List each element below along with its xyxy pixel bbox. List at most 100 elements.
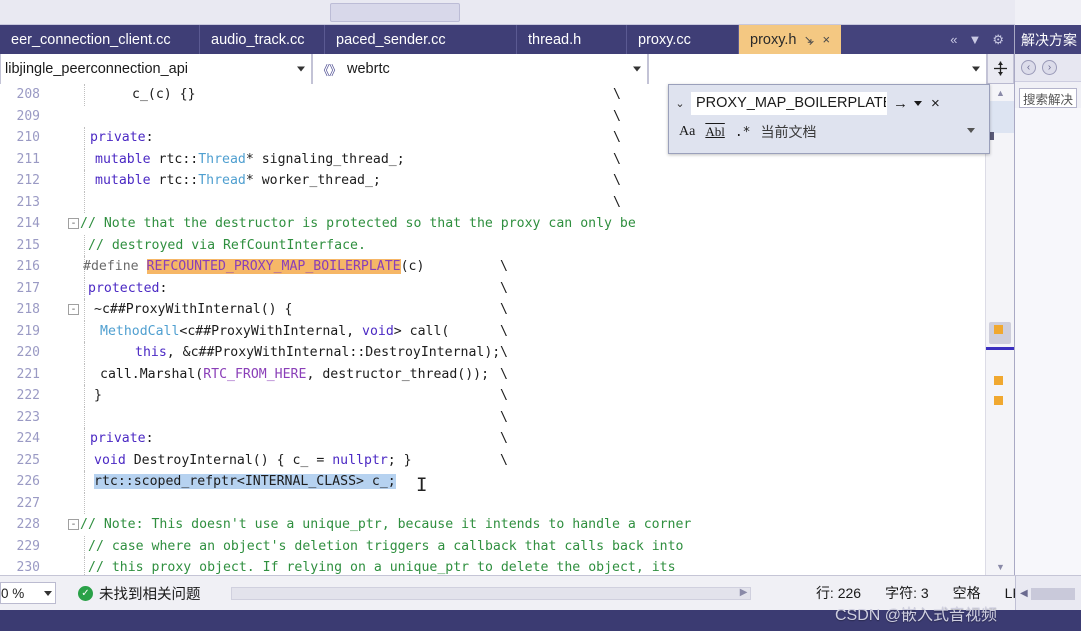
editor-tab-proxy-cc[interactable]: proxy.cc [627,25,739,54]
code-line[interactable]: 224 private: \ [0,428,985,450]
solution-explorer-search-input[interactable]: 搜索解决 [1019,88,1077,108]
fold-toggle-icon[interactable]: - [68,218,79,229]
chevron-down-icon [633,66,641,72]
code-token: this [135,345,167,360]
editor-tab-audio-track-cc[interactable]: audio_track.cc [200,25,325,54]
fold-toggle-icon[interactable]: - [68,304,79,315]
editor-tab-eer-connection-client-cc[interactable]: eer_connection_client.cc [0,25,200,54]
code-line[interactable]: 212 mutable rtc::Thread* worker_thread_; \ [0,170,985,192]
code-line[interactable]: 225 void DestroyInternal() { c_ = nullptr… [0,449,985,472]
code-token: DestroyInternal() { c_ = [125,452,333,468]
top-strip-button[interactable] [330,3,460,22]
code-token: ~c##ProxyWithInternal() { [94,302,293,317]
expand-replace-chevron-icon[interactable]: ⌄ [669,97,691,110]
code-text: void DestroyInternal() { c_ = nullptr; } [94,450,412,472]
find-input-row: ⌄ PROXY_MAP_BOILERPLATE × → × [669,89,991,117]
editor-tab-bar: « ▼ ⚙ eer_connection_client.cc audio_trac… [0,25,1014,54]
project-selector[interactable]: libjingle_peerconnection_api [0,54,312,84]
close-find-icon[interactable]: × [931,95,940,112]
code-line[interactable]: 226 rtc::scoped_refptr<INTERNAL_CLASS> c_… [0,471,985,493]
code-line[interactable]: 219 MethodCall<c##ProxyWithInternal, void… [0,320,985,342]
find-scope-dropdown-icon[interactable] [967,128,975,133]
line-number: 215 [16,237,40,253]
code-token: : [159,280,168,296]
forward-icon[interactable]: › [1042,60,1057,75]
match-whole-word-icon[interactable]: Abl [705,124,725,140]
pin-tab-icon[interactable]: ⇥ [801,31,818,48]
code-line[interactable]: 217 protected: \ [0,277,985,299]
code-line[interactable]: 220 this, &c##ProxyWithInternal::DestroyI… [0,342,985,364]
code-token: , &c##ProxyWithInternal::DestroyInternal… [166,345,509,360]
split-view-icon[interactable] [987,54,1014,83]
code-line[interactable]: 222} \ [0,385,985,407]
back-icon[interactable]: ‹ [1021,60,1036,75]
scroll-left-icon[interactable]: ◀ [1020,588,1028,599]
code-text: call.Marshal(RTC_FROM_HERE, destructor_t… [100,364,489,386]
editor-tab-thread-h[interactable]: thread.h [517,25,627,54]
code-line[interactable]: 214 -// Note that the destructor is prote… [0,213,985,235]
scrollbar-match-marker [994,325,1003,334]
column-indicator[interactable]: 字符: 3 [885,583,929,603]
line-continuation: \ [613,173,621,188]
line-number: 220 [16,345,40,360]
code-token: Thread [198,173,246,188]
zoom-level-selector[interactable]: 0 % [0,582,56,604]
solution-explorer-tree[interactable] [1015,108,1081,578]
indent-guide [84,84,85,106]
code-line[interactable]: 218 - ~c##ProxyWithInternal() {\ [0,299,985,321]
find-input[interactable]: PROXY_MAP_BOILERPLATE × [691,91,887,115]
tab-list-dropdown-icon[interactable]: ▼ [968,33,981,46]
line-number: 230 [16,560,40,575]
code-token: // destroyed via RefCountInterface. [88,237,366,253]
line-continuation: \ [500,280,508,296]
close-tab-icon[interactable]: × [823,33,831,46]
indent-guide [84,471,85,493]
line-indicator[interactable]: 行: 226 [816,583,861,603]
use-regex-icon[interactable]: .* [735,125,751,140]
scrollbar-caret-marker [986,347,1014,350]
editor-tab-label: paced_sender.cc [336,31,446,48]
code-line[interactable]: 216 #define REFCOUNTED_PROXY_MAP_BOILERPL… [0,256,985,278]
code-line[interactable]: 230 // this proxy object. If relying on a… [0,557,985,575]
editor-tab-paced-sender-cc[interactable]: paced_sender.cc [325,25,517,54]
code-line[interactable]: 215 // destroyed via RefCountInterface. [0,234,985,256]
code-line[interactable]: 223 \ [0,406,985,428]
code-text: private: [90,428,154,450]
code-line[interactable]: 228 -// Note: This doesn't use a unique_p… [0,514,985,536]
scroll-tabs-icon[interactable]: « [950,33,957,46]
indent-guide [84,127,85,149]
project-selector-label: libjingle_peerconnection_api [5,61,188,77]
code-token: mutable [95,151,151,167]
editor-tab-label: proxy.h [750,31,797,48]
solution-explorer-hscrollbar[interactable]: ◀ [1015,576,1081,611]
find-next-dropdown-icon[interactable] [914,100,922,106]
line-continuation: \ [613,108,621,124]
line-continuation: \ [613,130,621,145]
problem-status[interactable]: ✓ 未找到相关问题 [78,583,201,604]
scroll-right-icon[interactable]: ▶ [740,587,748,598]
line-number: 210 [16,130,40,145]
editor-vertical-scrollbar[interactable]: ▲ ▼ [985,84,1014,575]
indent-guide [84,535,85,557]
tab-settings-gear-icon[interactable]: ⚙ [992,33,1004,46]
member-selector[interactable] [648,54,987,84]
find-scope-label[interactable]: 当前文档 [760,122,816,142]
find-next-icon[interactable]: → [893,95,908,112]
code-lines[interactable]: 208 c_(c) {} \ 209 \ 210 private: \ 211 mutable r… [0,84,985,575]
indentation-indicator[interactable]: 空格 [953,583,981,603]
editor-tab-proxy-h[interactable]: proxy.h ⇥ × [739,25,841,54]
horizontal-scrollbar[interactable]: ▶ [230,586,751,600]
hscrollbar-thumb[interactable] [1030,587,1075,600]
match-case-icon[interactable]: Aa [679,124,695,140]
code-token: rtc::scoped_refptr<INTERNAL_CLASS> c_; [94,474,396,489]
namespace-selector[interactable]: 《》 webrtc [312,54,648,84]
code-text: mutable rtc::Thread* worker_thread_; [95,170,381,192]
scroll-down-icon[interactable]: ▼ [986,558,1014,575]
fold-toggle-icon[interactable]: - [68,519,79,530]
code-line[interactable]: 221 call.Marshal(RTC_FROM_HERE, destructo… [0,363,985,386]
line-number: 214 [16,216,40,231]
code-line[interactable]: 213 \ [0,191,985,213]
code-line[interactable]: 227 [0,492,985,514]
code-editor[interactable]: 208 c_(c) {} \ 209 \ 210 private: \ 211 mutable r… [0,84,1014,575]
code-line[interactable]: 229 // case where an object's deletion tr… [0,535,985,557]
